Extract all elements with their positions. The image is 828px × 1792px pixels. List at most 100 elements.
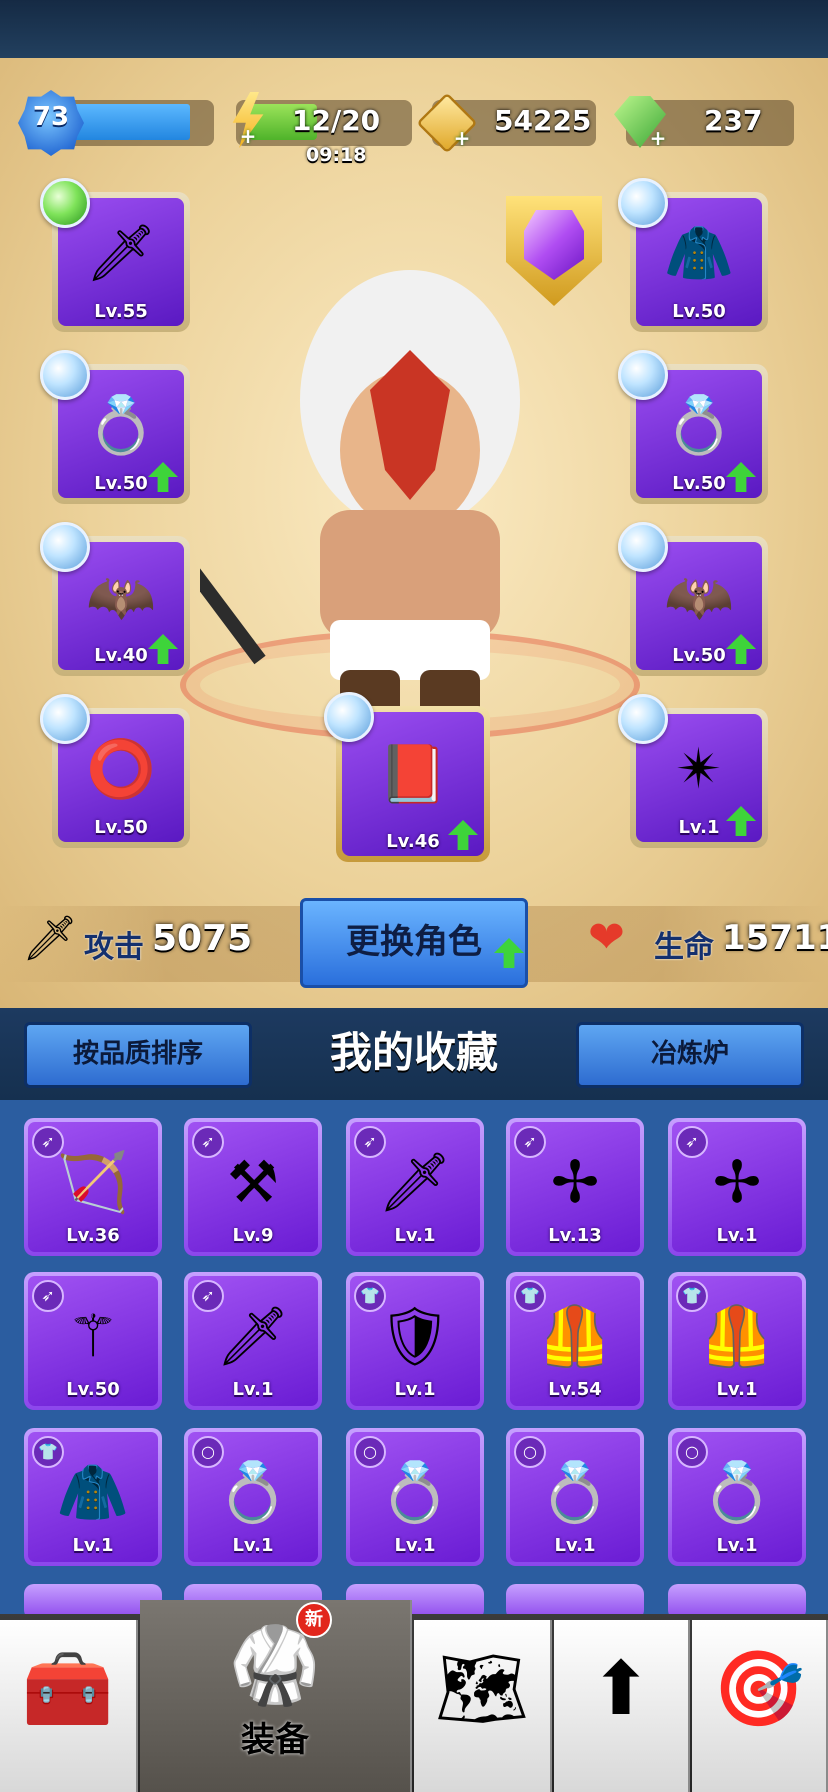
nav-tab-equipment[interactable]: 🥋 装备 <box>140 1600 412 1792</box>
collection-item[interactable]: 👕 🧥 Lv.1 <box>24 1428 162 1566</box>
sword-attack-icon: 🗡 <box>22 913 78 964</box>
collection-item[interactable]: ➶ ✢ Lv.1 <box>668 1118 806 1256</box>
collection-item-frame: ➶ ✢ Lv.13 <box>510 1122 640 1252</box>
player-level: 73 <box>32 102 70 132</box>
dark-vest-icon: 🦺 <box>700 1301 774 1370</box>
add-energy-icon[interactable]: + <box>238 126 258 146</box>
collection-item-frame: 👕 🧥 Lv.1 <box>28 1432 158 1562</box>
add-gold-icon[interactable]: + <box>452 128 472 148</box>
collection-item-level: Lv.36 <box>66 1225 120 1246</box>
wolf-ring-icon: 💍 <box>378 1457 452 1526</box>
collection-item[interactable]: ➶ 🏹 Lv.36 <box>24 1118 162 1256</box>
green-orb-icon <box>40 178 90 228</box>
bow-type-icon: ➶ <box>676 1126 708 1158</box>
bow-type-icon: ➶ <box>32 1280 64 1312</box>
bow-type-icon: ➶ <box>514 1126 546 1158</box>
collection-item-level: Lv.1 <box>394 1535 436 1556</box>
attack-label: 攻击 <box>84 930 144 965</box>
gold-armor-icon: 🛡 <box>378 1301 452 1370</box>
new-badge: 新 <box>296 1602 332 1638</box>
amulet-icon: ✴ <box>675 737 723 803</box>
attack-value: 5075 <box>152 918 253 959</box>
armor-icon: 🧥 <box>664 221 734 287</box>
collection-item[interactable]: ➶ ✢ Lv.13 <box>506 1118 644 1256</box>
bow-icon: 🏹 <box>56 1147 130 1216</box>
nav-tab-label: 装备 <box>241 1720 309 1760</box>
blue-orb-icon <box>618 522 668 572</box>
collection-item-frame: ➶ 🗡 Lv.1 <box>350 1122 480 1252</box>
collection-item-level: Lv.1 <box>72 1535 114 1556</box>
add-gems-icon[interactable]: + <box>648 128 668 148</box>
lion-ring-icon: 💍 <box>664 393 734 459</box>
collection-item-frame: 👕 🛡 Lv.1 <box>350 1276 480 1406</box>
furnace-button[interactable]: 冶炼炉 <box>576 1022 804 1088</box>
nav-tab-map[interactable]: 🗺 <box>414 1620 552 1792</box>
equip-level: Lv.55 <box>94 301 148 322</box>
collection-item-level: Lv.1 <box>716 1225 758 1246</box>
collection-item[interactable]: 👕 🛡 Lv.1 <box>346 1272 484 1410</box>
collection-item-frame: ○ 💍 Lv.1 <box>510 1432 640 1562</box>
collection-item-level: Lv.50 <box>66 1379 120 1400</box>
blue-orb-icon <box>618 350 668 400</box>
collection-item[interactable]: ○ 💍 Lv.1 <box>184 1428 322 1566</box>
bow-type-icon: ➶ <box>192 1126 224 1158</box>
collection-item[interactable]: 👕 🦺 Lv.1 <box>668 1272 806 1410</box>
collection-item-level: Lv.1 <box>716 1379 758 1400</box>
shuriken-icon: ✢ <box>712 1147 762 1216</box>
pink-sword-icon: 🗡 <box>378 1147 452 1216</box>
upgrade-arrow-icon: ⬆ <box>589 1645 653 1732</box>
collection-item[interactable]: ➶ ⚚ Lv.50 <box>24 1272 162 1410</box>
collection-item-level: Lv.54 <box>548 1379 602 1400</box>
sword-icon: 🗡 <box>85 221 157 287</box>
collection-item-level: Lv.1 <box>394 1379 436 1400</box>
collection-item[interactable]: ➶ ⚒ Lv.9 <box>184 1118 322 1256</box>
collection-item-frame: ○ 💍 Lv.1 <box>188 1432 318 1562</box>
change-hero-button[interactable]: 更换角色 <box>300 898 528 988</box>
collection-item-frame: ➶ ⚒ Lv.9 <box>188 1122 318 1252</box>
fire-book-icon: 📕 <box>378 742 448 808</box>
status-bar-area <box>0 0 828 58</box>
collection-item[interactable]: ➶ 🗡 Lv.1 <box>184 1272 322 1410</box>
collection-item[interactable]: 👕 🦺 Lv.54 <box>506 1272 644 1410</box>
wolf-ring-icon: 💍 <box>216 1457 290 1526</box>
scythe-icon: ⚒ <box>227 1147 279 1216</box>
collection-item[interactable]: ➶ 🗡 Lv.1 <box>346 1118 484 1256</box>
gold-value: 54225 <box>494 104 592 137</box>
map-icon: 🗺 <box>435 1645 529 1732</box>
collection-item[interactable]: ○ 💍 Lv.1 <box>668 1428 806 1566</box>
collection-item-level: Lv.9 <box>232 1225 274 1246</box>
collection-item[interactable]: ○ 💍 Lv.1 <box>346 1428 484 1566</box>
bat-pet-icon: 🦇 <box>86 565 156 631</box>
collection-item-frame: ○ 💍 Lv.1 <box>350 1432 480 1562</box>
collection-item-frame: 👕 🦺 Lv.54 <box>510 1276 640 1406</box>
blue-orb-icon <box>618 178 668 228</box>
xp-bar <box>70 104 190 140</box>
sort-by-quality-button[interactable]: 按品质排序 <box>24 1022 252 1088</box>
energy-value: 12/20 <box>292 104 381 137</box>
staff-icon: ⚚ <box>67 1301 119 1370</box>
collection-title: 我的收藏 <box>329 1028 498 1077</box>
collection-item[interactable]: ○ 💍 Lv.1 <box>506 1428 644 1566</box>
collection-item-frame: ➶ ✢ Lv.1 <box>672 1122 802 1252</box>
equip-level: Lv.50 <box>672 301 726 322</box>
blue-orb-icon <box>40 350 90 400</box>
bat-pet-icon: 🦇 <box>664 565 734 631</box>
blue-orb-icon <box>324 692 374 742</box>
sword-icon: 🗡 <box>216 1301 290 1370</box>
treasure-chest-icon: 🧰 <box>21 1645 115 1732</box>
collection-item-level: Lv.1 <box>554 1535 596 1556</box>
nav-tab-treasure-chest[interactable]: 🧰 <box>0 1620 138 1792</box>
armor-icon: 🥋 <box>228 1622 322 1709</box>
nav-tab-target[interactable]: 🎯 <box>692 1620 828 1792</box>
equip-level: Lv.50 <box>94 817 148 838</box>
shuriken-icon: ✢ <box>550 1147 600 1216</box>
collection-item-level: Lv.1 <box>716 1535 758 1556</box>
wolf-ring-icon: 💍 <box>538 1457 612 1526</box>
blue-orb-icon <box>40 522 90 572</box>
health-value: 15711 <box>722 918 828 958</box>
nav-tab-upgrade[interactable]: ⬆ <box>554 1620 690 1792</box>
collection-item-level: Lv.1 <box>232 1379 274 1400</box>
target-icon: 🎯 <box>712 1645 806 1732</box>
collection-item-frame: ➶ 🏹 Lv.36 <box>28 1122 158 1252</box>
blue-orb-icon <box>40 694 90 744</box>
